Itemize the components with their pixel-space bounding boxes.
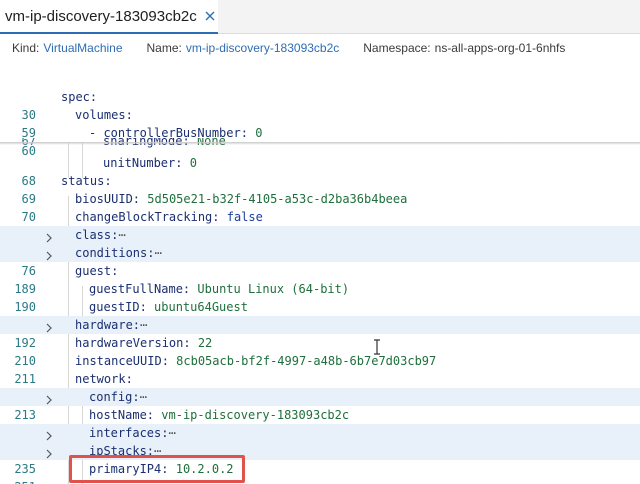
code-line-folded[interactable]: 213 config:⋯: [0, 388, 640, 422]
code-line[interactable]: 71 changeBlockTracking: false: [0, 208, 640, 242]
chevron-right-icon[interactable]: [44, 230, 54, 243]
yaml-key: volumes:: [75, 108, 133, 122]
yaml-key: config:: [89, 390, 140, 404]
yaml-key: hardware:: [75, 318, 141, 332]
code-line[interactable]: 190 guestFullName: Ubuntu Linux (64-bit): [0, 280, 640, 314]
code-line[interactable]: 70 biosUUID: 5d505e21-b32f-4105-a53c-d2b…: [0, 190, 640, 224]
code-line-folded[interactable]: 72 class:⋯: [0, 226, 640, 260]
namespace-field: Namespace: ns-all-apps-org-01-6nhfs: [363, 41, 565, 55]
code-line[interactable]: 69 status:: [0, 172, 640, 206]
tab-label: vm-ip-discovery-183093cb2c: [5, 7, 197, 25]
yaml-key: instanceUUID:: [75, 354, 169, 368]
yaml-value: Ubuntu Linux (64-bit): [197, 282, 350, 296]
folded-ellipsis[interactable]: ⋯: [118, 228, 125, 242]
code-line[interactable]: 68 unitNumber: 0: [0, 154, 640, 188]
yaml-key: biosUUID:: [75, 192, 141, 206]
code-line[interactable]: 212 network:: [0, 370, 640, 404]
sticky-scroll-shadow: [0, 142, 640, 145]
name-label: Name:: [146, 41, 182, 55]
chevron-right-icon[interactable]: [44, 248, 54, 261]
yaml-value: false: [226, 210, 263, 224]
folded-ellipsis[interactable]: ⋯: [168, 426, 175, 440]
yaml-value: ubuntu64Guest: [154, 300, 248, 314]
yaml-key: hardwareVersion:: [75, 336, 191, 350]
yaml-key: changeBlockTracking:: [75, 210, 220, 224]
kind-label: Kind:: [12, 41, 40, 55]
name-field: Name: vm-ip-discovery-183093cb2c: [147, 41, 340, 55]
code-line[interactable]: 210 hardwareVersion: 22: [0, 334, 640, 368]
resource-info-bar: Kind: VirtualMachine Name: vm-ip-discove…: [0, 35, 640, 61]
chevron-right-icon[interactable]: [44, 428, 54, 441]
name-value[interactable]: vm-ip-discovery-183093cb2c: [186, 41, 339, 55]
close-icon[interactable]: [203, 9, 217, 23]
yaml-value: 0: [189, 156, 197, 170]
sticky-line[interactable]: 30 spec:: [0, 88, 640, 122]
folded-ellipsis[interactable]: ⋯: [154, 246, 161, 260]
chevron-right-icon[interactable]: [44, 392, 54, 405]
yaml-key: unitNumber:: [103, 156, 183, 170]
chevron-right-icon[interactable]: [44, 446, 54, 459]
code-line-folded[interactable]: 225 interfaces:⋯: [0, 424, 640, 458]
yaml-value: 5d505e21-b32f-4105-a53c-d2ba36b4beea: [147, 192, 408, 206]
yaml-key: status:: [61, 174, 112, 188]
sticky-line[interactable]: 59 volumes:: [0, 106, 640, 140]
code-line[interactable]: 224 hostName: vm-ip-discovery-183093cb2c: [0, 406, 640, 440]
yaml-value: vm-ip-discovery-183093cb2c: [161, 408, 350, 422]
tab-vm-ip-discovery[interactable]: vm-ip-discovery-183093cb2c: [0, 0, 218, 34]
folded-ellipsis[interactable]: ⋯: [140, 318, 147, 332]
primary-ip-highlight: [69, 455, 245, 483]
code-line-folded[interactable]: 192 hardware:⋯: [0, 316, 640, 350]
kind-value[interactable]: VirtualMachine: [43, 41, 122, 55]
kind-field: Kind: VirtualMachine: [12, 41, 123, 55]
yaml-key: guestID:: [89, 300, 147, 314]
namespace-label: Namespace:: [363, 41, 431, 55]
line-number: 251: [0, 478, 36, 484]
namespace-value: ns-all-apps-org-01-6nhfs: [434, 41, 566, 55]
yaml-key: conditions:: [75, 246, 155, 260]
folded-ellipsis[interactable]: ⋯: [140, 390, 147, 404]
yaml-key: interfaces:: [89, 426, 169, 440]
yaml-editor[interactable]: 30 spec: 59 volumes: 60 - controllerBusN…: [0, 88, 640, 484]
yaml-key: hostName:: [89, 408, 155, 422]
yaml-key: guest:: [75, 264, 119, 278]
yaml-value: 8cb05acb-bf2f-4997-a48b-6b7e7d03cb97: [176, 354, 437, 368]
code-line[interactable]: 189 guest:: [0, 262, 640, 296]
yaml-key: class:: [75, 228, 119, 242]
yaml-key: network:: [75, 372, 133, 386]
chevron-right-icon[interactable]: [44, 320, 54, 333]
yaml-key: spec:: [61, 90, 98, 104]
code-line-folded[interactable]: 76 conditions:⋯: [0, 244, 640, 278]
code-line[interactable]: 211 instanceUUID: 8cb05acb-bf2f-4997-a48…: [0, 352, 640, 386]
tab-bar: vm-ip-discovery-183093cb2c: [0, 0, 640, 34]
code-line[interactable]: 191 guestID: ubuntu64Guest: [0, 298, 640, 332]
text-cursor-icon: [373, 339, 381, 355]
yaml-key: guestFullName:: [89, 282, 191, 296]
yaml-value: 22: [197, 336, 213, 350]
